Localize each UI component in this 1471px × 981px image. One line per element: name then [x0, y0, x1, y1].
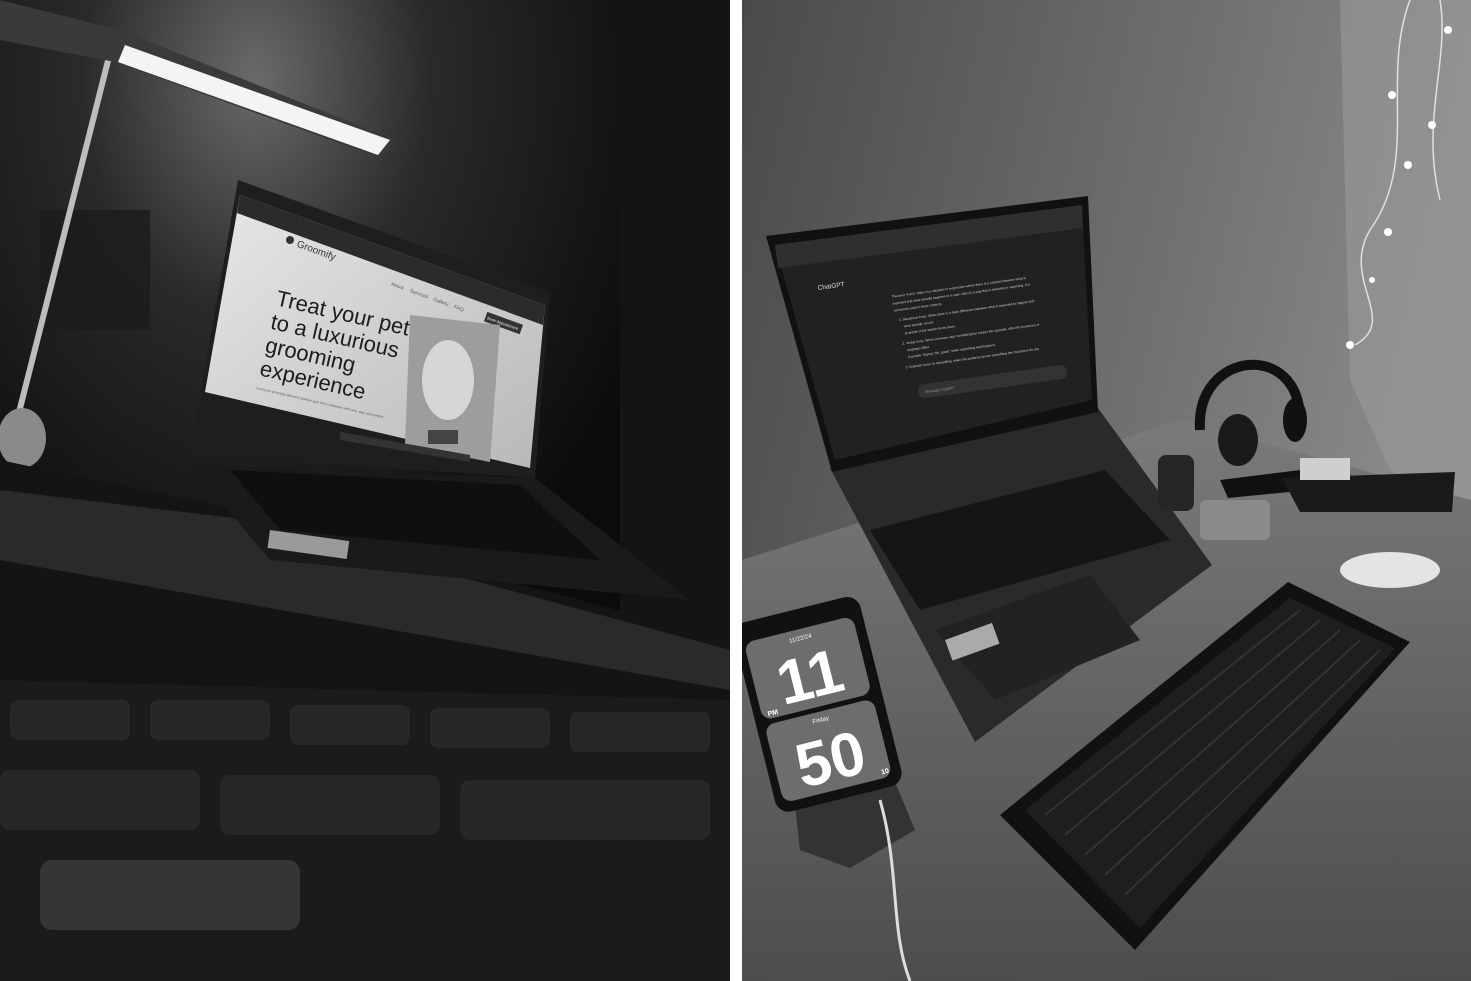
headphone-earcup	[1283, 398, 1307, 442]
headphone-earcup	[1218, 414, 1258, 466]
photo-divider	[730, 0, 742, 981]
dog-collar	[428, 430, 458, 444]
right-photo: ChatGPT The term "ironic" refers to a si…	[742, 0, 1471, 981]
card-box	[1200, 500, 1270, 540]
lamp-base	[0, 408, 46, 468]
sticky-notes	[1300, 458, 1350, 480]
mouse[interactable]	[1340, 552, 1440, 588]
poodle-image	[422, 340, 474, 420]
left-photo: Groomify About Services Gallery FAQ Book…	[0, 0, 730, 981]
photo-collage: Groomify About Services Gallery FAQ Book…	[0, 0, 1471, 981]
door-frame	[620, 0, 730, 640]
speaker	[1158, 455, 1194, 511]
